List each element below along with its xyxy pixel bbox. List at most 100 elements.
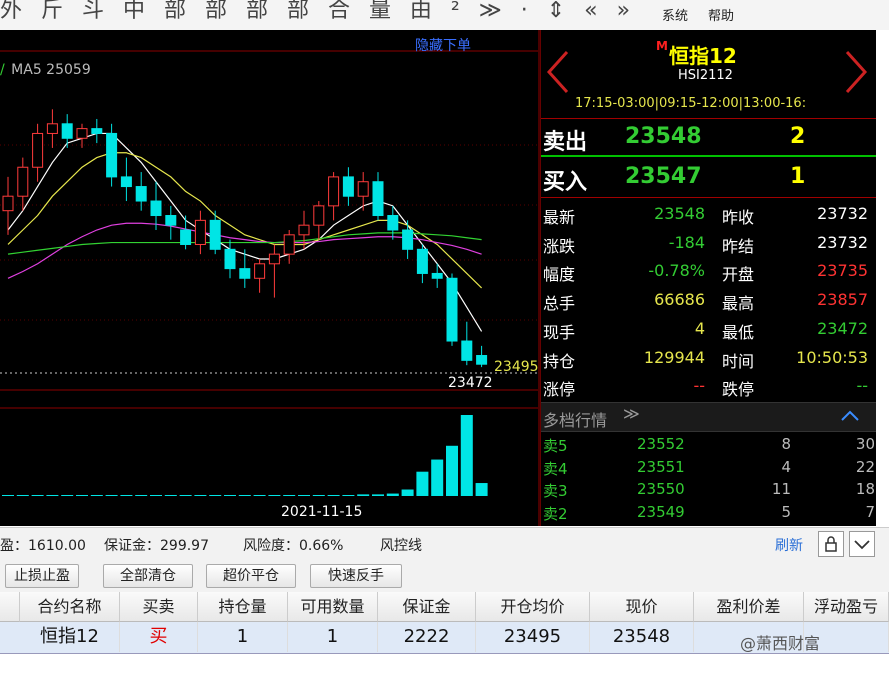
depth-label: 卖3 [543,482,568,500]
stat-label: 时间 [722,351,755,371]
expand-double-chevron-icon[interactable]: ≫ [623,404,640,423]
stat-value: -184 [668,232,705,252]
candle [224,239,236,279]
candle [91,118,103,144]
collapse-chevron-up-icon[interactable] [841,410,859,422]
candle [461,321,473,366]
ask-label: 卖出 [543,130,588,155]
candle [254,258,266,293]
table-cell-qty: 1 [198,622,288,652]
volume-bar [283,495,296,496]
chevron-down-icon[interactable] [849,531,875,557]
table-cell-open_price: 23495 [476,622,590,652]
volume-bar [342,495,355,496]
kline-chart[interactable]: 隐藏下单 / MA5 25059 23495 23472 2021-11-15 [0,30,538,526]
bid-row[interactable]: 买入 23547 1 [541,160,877,195]
table-header-cell[interactable]: 盈利价差 [694,592,804,622]
stat-value: 129944 [643,347,705,367]
volume-bar [253,495,266,496]
candle [402,220,414,259]
depth-row[interactable]: 卖3 23550 11 18 [541,479,877,501]
depth-qty: 4 [781,457,791,476]
stat-value: 4 [694,318,705,338]
table-cell-avail: 1 [288,622,378,652]
depth-header[interactable]: 多档行情 ≫ [541,402,877,432]
volume-bar [135,495,148,496]
depth-title: 多档行情 [543,411,608,430]
volume-bar [268,495,281,496]
table-header-cell[interactable]: 保证金 [378,592,476,622]
volume-bar [46,495,59,496]
stat-value: 66686 [654,290,705,310]
depth-row[interactable]: 卖5 23552 8 30 [541,434,877,456]
next-contract-icon[interactable] [845,50,868,94]
depth-row[interactable]: 卖4 23551 4 22 [541,457,877,479]
table-header-cell[interactable]: 持仓量 [198,592,288,622]
close-all-button[interactable]: 全部清仓 [103,564,193,588]
depth-label: 卖4 [543,459,568,478]
depth-count: 7 [865,502,875,521]
watermark: @萧西财富 [740,634,821,653]
volume-bar [90,495,103,496]
stat-label: 昨结 [722,236,755,256]
bid-label: 买入 [543,170,588,195]
stop-loss-take-profit-button[interactable]: 止损止盈 [5,564,79,588]
table-header-cell[interactable]: 浮动盈亏 [804,592,889,622]
stat-value: 23472 [817,318,868,338]
depth-label: 卖2 [543,504,568,523]
prev-contract-icon[interactable] [546,50,569,94]
table-header-cell[interactable]: 开仓均价 [476,592,590,622]
volume-bar [164,495,177,496]
candle [476,345,488,368]
table-header-cell[interactable]: 现价 [590,592,694,622]
menu-system[interactable]: 系统 [662,5,688,24]
volume-bar [327,495,340,496]
order-action-bar: 止损止盈 全部清仓 超价平仓 快速反手 [0,559,889,592]
close-over-price-button[interactable]: 超价平仓 [206,564,296,588]
volume-bar [76,495,88,496]
volume-bar [386,493,399,496]
candle [416,244,428,284]
refresh-link[interactable]: 刷新 [775,535,803,555]
stat-value: -- [856,376,868,396]
date-label: 2021-11-15 [281,504,362,520]
quote-stat-row: 总手 66686 最高 23857 [541,288,877,316]
volume-bar [31,495,44,496]
volume-bar [460,415,473,496]
contract-name: 恒指12 [669,44,737,68]
stat-label: 昨收 [722,208,755,227]
ask-row[interactable]: 卖出 23548 2 [541,120,877,155]
quick-reverse-button[interactable]: 快速反手 [310,564,402,588]
volume-bar [431,459,444,496]
depth-price: 23551 [637,457,685,476]
volume-bar [238,495,251,496]
candle [194,210,206,255]
ma-legend-marker: / [0,62,5,78]
market-icon: M [656,39,668,53]
table-header-cell[interactable]: 可用数量 [288,592,378,622]
lock-icon[interactable] [818,531,844,557]
quote-stat-row: 现手 4 最低 23472 [541,317,877,345]
stat-value: 23732 [817,204,868,223]
depth-qty: 8 [781,435,791,453]
stat-value: -0.78% [648,261,705,281]
ma-legend: / MA5 25059 [0,62,91,78]
depth-qty: 11 [771,480,791,498]
volume-bar [446,445,458,496]
table-header-spacer [0,592,20,622]
volume-bar [16,495,29,496]
depth-count: 22 [855,457,875,476]
stat-label: 持仓 [543,351,576,371]
stat-value: -- [693,376,705,396]
positions-table: 合约名称 买卖 持仓量 可用数量 保证金 开仓均价 现价 盈利价差 浮动盈亏 恒指12 买 1 1 22… [0,592,889,684]
trading-hours: 17:15-03:00|09:15-12:00|13:00-16: [575,96,807,111]
table-header-cell[interactable]: 买卖 [120,592,198,622]
depth-row[interactable]: 卖2 23549 5 7 [541,502,877,524]
depth-count: 30 [855,435,875,453]
hide-order-label[interactable]: 隐藏下单 [415,38,471,54]
table-header-cell[interactable]: 合约名称 [20,592,120,622]
volume-bar [475,483,488,496]
toolbar-icon-strip[interactable]: 外 斤 斗 中 部 部 部 部 合 量 由 ² ≫ · ⇕ « » 由 泛 [0,0,650,24]
ask-bid-divider [541,155,877,157]
menu-help[interactable]: 帮助 [708,5,734,24]
